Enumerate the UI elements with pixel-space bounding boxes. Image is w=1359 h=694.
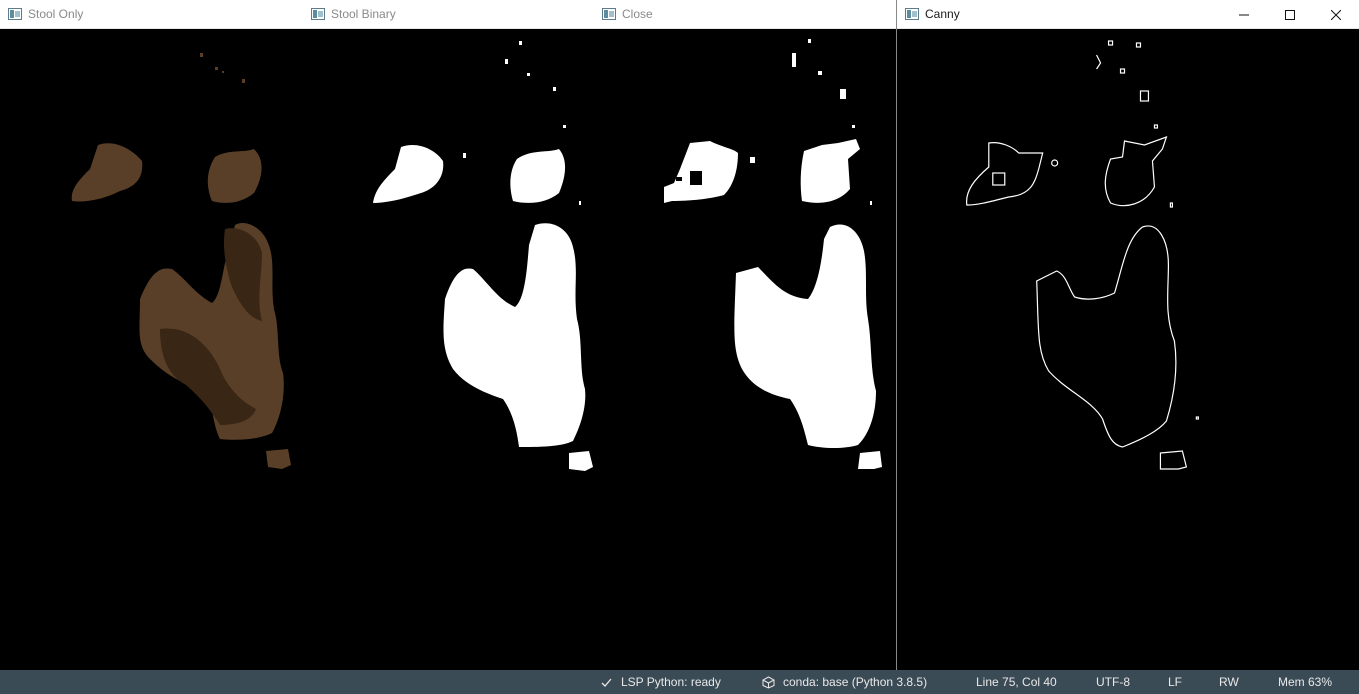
canny-window[interactable]: Canny — [896, 0, 1359, 670]
file-permissions-label: RW — [1219, 675, 1239, 689]
window-controls — [1221, 0, 1359, 29]
window-titlebar[interactable]: Canny — [897, 0, 1359, 29]
app-window-icon — [8, 8, 22, 20]
window-title: Close — [622, 7, 653, 21]
image-canvas — [303, 29, 594, 670]
memory-usage-label: Mem 63% — [1278, 675, 1333, 689]
close-window[interactable]: Close — [594, 0, 896, 670]
file-encoding[interactable]: UTF-8 — [1096, 670, 1130, 694]
image-canvas — [0, 29, 303, 670]
lsp-check-icon — [601, 678, 612, 687]
image-canvas — [594, 29, 896, 670]
window-titlebar[interactable]: Stool Only — [0, 0, 303, 29]
maximize-icon[interactable] — [1267, 0, 1313, 29]
close-icon[interactable] — [1313, 0, 1359, 29]
package-icon — [762, 675, 775, 689]
stool-binary-window[interactable]: Stool Binary — [303, 0, 594, 670]
minimize-icon[interactable] — [1221, 0, 1267, 29]
status-bar: LSP Python: ready conda: base (Python 3.… — [0, 670, 1359, 694]
cursor-position[interactable]: Line 75, Col 40 — [976, 670, 1057, 694]
app-window-icon — [905, 8, 919, 20]
line-endings[interactable]: LF — [1168, 670, 1182, 694]
image-canvas — [897, 29, 1359, 670]
memory-usage[interactable]: Mem 63% — [1278, 670, 1332, 694]
cursor-position-label: Line 75, Col 40 — [976, 675, 1057, 689]
file-permissions[interactable]: RW — [1219, 670, 1239, 694]
lsp-status-label: LSP Python: ready — [621, 675, 721, 689]
conda-env-label: conda: base (Python 3.8.5) — [783, 675, 928, 689]
stool-only-window[interactable]: Stool Only — [0, 0, 303, 670]
window-title: Stool Binary — [331, 7, 396, 21]
conda-env-status[interactable]: conda: base (Python 3.8.5) — [762, 670, 927, 694]
file-encoding-label: UTF-8 — [1096, 675, 1130, 689]
app-window-icon — [602, 8, 616, 20]
window-title: Stool Only — [28, 7, 84, 21]
app-window-icon — [311, 8, 325, 20]
lsp-status[interactable]: LSP Python: ready — [600, 670, 721, 694]
window-title: Canny — [925, 7, 960, 21]
window-titlebar[interactable]: Close — [594, 0, 896, 29]
line-endings-label: LF — [1168, 675, 1183, 689]
window-titlebar[interactable]: Stool Binary — [303, 0, 594, 29]
